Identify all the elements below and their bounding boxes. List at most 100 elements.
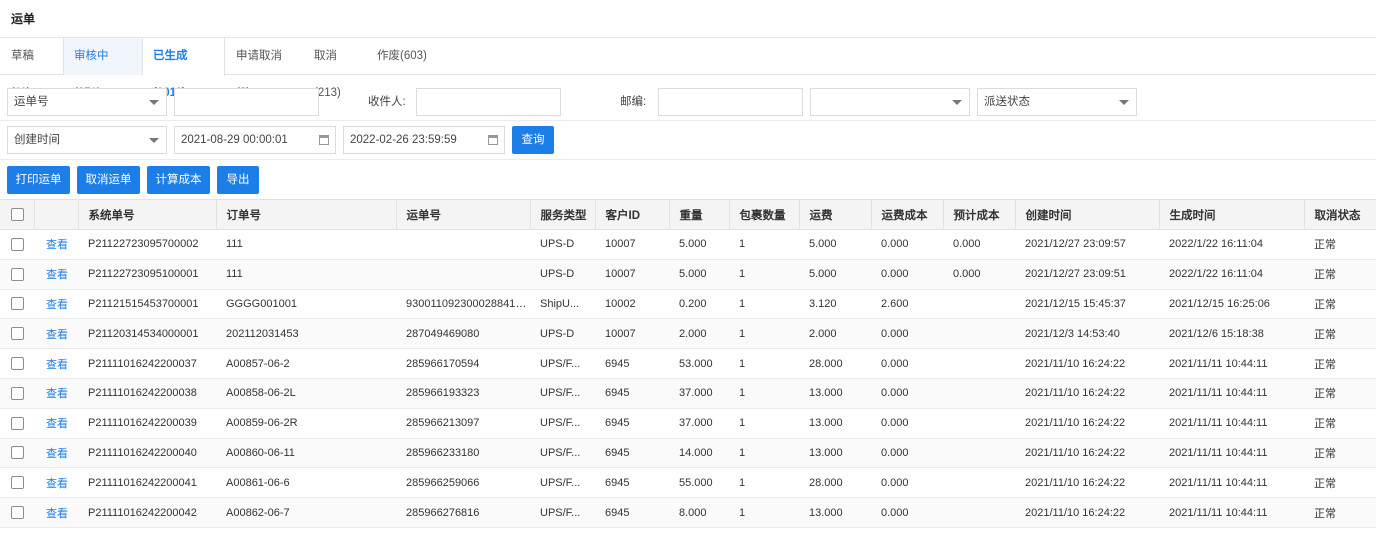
cell-customer-id: 6945 [595, 497, 669, 528]
table-row[interactable]: 查看 P21121515453700001 GGGG001001 9300110923… [0, 289, 1376, 320]
cell-freight-cost: 2.600 [871, 289, 943, 320]
view-link[interactable]: 查看 [34, 378, 78, 409]
col-cancel-status[interactable]: 取消状态 [1304, 199, 1376, 230]
cell-service-type: UPS/F... [530, 408, 595, 439]
view-link[interactable]: 查看 [34, 408, 78, 439]
calc-cost-button[interactable]: 计算成本 [147, 166, 210, 194]
row-checkbox[interactable] [11, 267, 24, 281]
date-start-input[interactable]: 2021-08-29 00:00:01 [174, 126, 336, 154]
view-link[interactable]: 查看 [34, 289, 78, 320]
select-all-checkbox[interactable] [11, 208, 24, 221]
row-checkbox-cell[interactable] [0, 348, 34, 379]
row-checkbox[interactable] [11, 386, 24, 400]
col-service-type[interactable]: 服务类型 [530, 199, 596, 230]
col-order-no[interactable]: 订单号 [216, 199, 397, 230]
search-field-select-value: 运单号 [14, 96, 49, 108]
export-button[interactable]: 导出 [217, 166, 259, 194]
date-start-value: 2021-08-29 00:00:01 [181, 134, 288, 146]
col-waybill-no[interactable]: 运单号 [396, 199, 531, 230]
row-checkbox[interactable] [11, 237, 24, 251]
table-row[interactable]: 查看 P21111016242200039 A00859-06-2R 28596621… [0, 408, 1376, 439]
table-row[interactable]: 查看 P21122723095100001 111 UPS-D 10007 5.000 1 5… [0, 259, 1376, 290]
view-link[interactable]: 查看 [34, 259, 78, 290]
col-estimated-cost[interactable]: 预计成本 [943, 199, 1016, 230]
row-checkbox[interactable] [11, 327, 24, 341]
tab-cancel-requested[interactable]: 申请取消(0) [225, 38, 303, 99]
col-created-time[interactable]: 创建时间 [1015, 199, 1160, 230]
view-link[interactable]: 查看 [34, 438, 78, 469]
cell-freight-cost: 0.000 [871, 318, 943, 350]
table-row[interactable]: 查看 P21111016242200042 A00862-06-7 285966276… [0, 497, 1376, 528]
select-all-header[interactable] [0, 199, 35, 230]
query-button[interactable]: 查询 [512, 126, 554, 154]
row-checkbox-cell[interactable] [0, 378, 34, 409]
date-end-input[interactable]: 2022-02-26 23:59:59 [343, 126, 505, 154]
cell-service-type: UPS-D [530, 318, 595, 350]
search-value-input[interactable] [174, 88, 319, 116]
row-checkbox-cell[interactable] [0, 467, 34, 499]
row-checkbox-cell[interactable] [0, 438, 34, 469]
table-row[interactable]: 查看 P21111016242200040 A00860-06-11 28596623… [0, 438, 1376, 469]
cell-customer-id: 6945 [595, 438, 669, 469]
cell-estimated-cost: 0.000 [943, 259, 1015, 290]
cell-package-count: 1 [729, 467, 799, 499]
cell-cancel-status: 正常 [1304, 259, 1376, 290]
cell-order-no: A00857-06-2 [216, 348, 396, 379]
cancel-waybill-button[interactable]: 取消运单 [77, 166, 140, 194]
delivery-status-select[interactable]: 派送状态 [977, 88, 1137, 116]
col-customer-id[interactable]: 客户ID [595, 199, 670, 230]
table-row[interactable]: 查看 P21111016242200038 A00858-06-2L 28596619… [0, 378, 1376, 409]
tab-generated[interactable]: 已生成(1011) [143, 38, 225, 99]
row-checkbox[interactable] [11, 297, 24, 311]
table-row[interactable]: 查看 P21122723095700002 111 UPS-D 10007 5.000 1 5… [0, 229, 1376, 260]
view-link[interactable]: 查看 [34, 467, 78, 499]
view-link[interactable]: 查看 [34, 229, 78, 260]
col-actions [34, 199, 79, 230]
tab-reviewing[interactable]: 审核中(271) [63, 38, 143, 99]
table-row[interactable]: 查看 P21111016242200041 A00861-06-6 285966259… [0, 467, 1376, 499]
print-waybill-button[interactable]: 打印运单 [7, 166, 70, 194]
cell-created-time: 2021/11/10 16:24:22 [1015, 438, 1159, 469]
extra-select[interactable] [810, 88, 970, 116]
search-field-select[interactable]: 运单号 [7, 88, 167, 116]
view-link[interactable]: 查看 [34, 348, 78, 379]
col-package-count[interactable]: 包裹数量 [729, 199, 800, 230]
postcode-input[interactable] [658, 88, 803, 116]
tab-voided[interactable]: 作废(603) [369, 38, 439, 75]
row-checkbox[interactable] [11, 357, 24, 371]
view-link[interactable]: 查看 [34, 318, 78, 350]
cell-freight: 28.000 [799, 348, 871, 379]
table-row[interactable]: 查看 P21111016242200037 A00857-06-2 285966170… [0, 348, 1376, 379]
row-checkbox-cell[interactable] [0, 259, 34, 290]
row-checkbox-cell[interactable] [0, 229, 34, 260]
col-generated-time[interactable]: 生成时间 [1159, 199, 1305, 230]
cell-cancel-status: 正常 [1304, 438, 1376, 469]
row-checkbox[interactable] [11, 416, 24, 430]
tab-draft[interactable]: 草稿(11) [0, 38, 63, 99]
cell-waybill-no: 285966213097 [396, 408, 530, 439]
postcode-label: 邮编: [620, 96, 647, 108]
cell-customer-id: 10007 [595, 229, 669, 260]
row-checkbox-cell[interactable] [0, 318, 34, 350]
col-freight[interactable]: 运费 [799, 199, 872, 230]
col-freight-cost[interactable]: 运费成本 [871, 199, 944, 230]
tab-cancelled[interactable]: 取消(213) [303, 38, 369, 99]
row-checkbox-cell[interactable] [0, 408, 34, 439]
row-checkbox[interactable] [11, 476, 24, 490]
recipient-input[interactable] [416, 88, 561, 116]
col-system-no[interactable]: 系统单号 [78, 199, 217, 230]
cell-waybill-no: 285966193323 [396, 378, 530, 409]
date-field-select-value: 创建时间 [14, 134, 60, 146]
col-weight[interactable]: 重量 [669, 199, 730, 230]
table-row[interactable]: 查看 P21120314534000001 202112031453 28704946… [0, 318, 1376, 350]
cell-order-no: A00860-06-11 [216, 438, 396, 469]
cell-generated-time: 2021/11/11 10:44:11 [1159, 408, 1304, 439]
row-checkbox-cell[interactable] [0, 497, 34, 528]
view-link[interactable]: 查看 [34, 497, 78, 528]
row-checkbox[interactable] [11, 506, 24, 520]
cell-system-no: P21111016242200037 [78, 348, 216, 379]
row-checkbox-cell[interactable] [0, 289, 34, 320]
status-tabs: 草稿(11) 审核中(271) 已生成(1011) 申请取消(0) 取消(213… [0, 38, 1376, 99]
date-field-select[interactable]: 创建时间 [7, 126, 167, 154]
row-checkbox[interactable] [11, 446, 24, 460]
